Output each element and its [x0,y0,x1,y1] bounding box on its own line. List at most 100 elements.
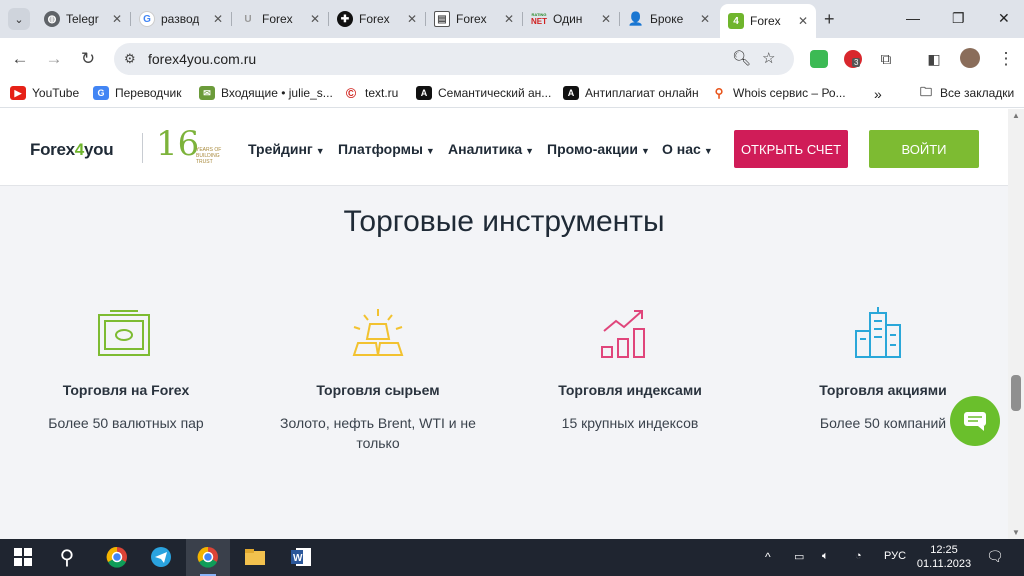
network-icon[interactable]: ◔ [855,550,862,562]
nav-trading[interactable]: Трейдинг ▼ [248,141,325,157]
bookmark-star-icon[interactable]: ☆ [762,49,775,67]
chat-bubble-icon [964,412,986,431]
nav-about[interactable]: О нас ▼ [662,141,713,157]
tab-broker[interactable]: 👤 Броке ✕ [620,6,718,32]
feature-forex-title[interactable]: Торговля на Forex [16,382,236,398]
anniversary-subtitle: YEARS OF BUILDING TRUST [196,147,222,165]
login-button[interactable]: ВОЙТИ [869,130,979,168]
close-icon[interactable]: ✕ [112,12,122,26]
scrollbar-thumb[interactable] [1011,375,1021,411]
tab-forex-2[interactable]: ✚ Forex ✕ [329,6,426,32]
language-indicator[interactable]: РУС [884,550,906,562]
bookmark-semantic[interactable]: A Семантический ан... [416,86,551,100]
tray-expand-icon[interactable]: ^ [765,550,771,564]
logo-divider [142,133,143,163]
close-icon[interactable]: ✕ [504,12,514,26]
person-icon: 👤 [627,11,645,26]
page-scrollbar[interactable]: ▲ ▼ [1008,109,1024,539]
clock[interactable]: 12:25 01.11.2023 [915,543,973,571]
tab-odin[interactable]: RATING NET Один ✕ [523,6,620,32]
bookmarks-bar: ▶ YouTube G Переводчик ✉ Входящие • juli… [0,80,1024,108]
tab-google[interactable]: G развод ✕ [131,6,232,32]
growth-chart-icon [601,310,645,358]
telegram-icon[interactable] [148,544,174,570]
nav-analytics[interactable]: Аналитика ▼ [448,141,534,157]
tab-telegram[interactable]: ◍ Telegr ✕ [36,6,131,32]
svg-text:W: W [293,553,303,564]
windows-taskbar: ⚲ W ^ ▭ 🔈︎ ◔ РУС 12:25 01.11.2023 🗨︎ [0,539,1024,576]
nav-promo[interactable]: Промо-акции ▼ [547,141,650,157]
feature-forex-desc: Более 50 валютных пар [48,415,204,431]
close-icon[interactable]: ✕ [310,12,320,26]
extension-badge-icon[interactable]: 3 [844,50,862,68]
feature-commodities-title[interactable]: Торговля сырьем [268,382,488,398]
nav-platforms[interactable]: Платформы ▼ [338,141,435,157]
reload-button[interactable]: ↻ [76,47,100,71]
chrome-active-icon[interactable] [195,544,221,570]
address-bar[interactable]: ⚙ forex4you.com.ru 🔍︎ ☆ [114,43,794,75]
tab-search-button[interactable]: ⌄ [8,8,30,30]
chevron-down-icon: ▼ [525,146,535,156]
battery-icon[interactable]: ▭ [794,550,804,563]
chevron-down-icon: ▼ [425,146,435,156]
bookmark-translate[interactable]: G Переводчик [93,86,182,100]
close-icon[interactable]: ✕ [213,12,223,26]
mail-icon: ✉ [199,86,215,100]
notifications-icon[interactable]: 🗨︎ [986,548,1004,565]
close-icon[interactable]: ✕ [407,12,417,26]
bookmarks-overflow-icon[interactable]: » [874,86,882,102]
extensions-puzzle-icon[interactable]: ⧉ [874,47,898,71]
site-info-icon[interactable]: ⚙ [124,51,136,67]
feature-forex-icon-wrap [24,307,224,359]
a-icon: A [416,86,432,100]
close-icon[interactable]: ✕ [798,14,808,28]
globe-icon: ◍ [44,11,60,27]
profile-avatar[interactable] [960,48,980,68]
url-text[interactable]: forex4you.com.ru [148,51,256,67]
side-panel-icon[interactable]: ◧ [922,47,946,71]
feature-commodities-icon-wrap [278,307,478,359]
site-header: Forex4you 16 YEARS OF BUILDING TRUST Тре… [0,109,1008,186]
minimize-icon[interactable]: — [906,10,920,26]
bookmark-youtube[interactable]: ▶ YouTube [10,86,79,100]
bookmark-whois[interactable]: ⚲ Whois сервис – Ро... [711,86,846,100]
rating-net-bottom-text: NET [531,17,547,26]
close-icon[interactable]: ✕ [700,12,710,26]
open-account-button[interactable]: ОТКРЫТЬ СЧЕТ [734,130,848,168]
close-icon[interactable]: ✕ [601,12,611,26]
scroll-up-icon[interactable]: ▲ [1012,111,1020,120]
feature-stocks-icon-wrap [778,307,978,359]
close-window-icon[interactable]: ✕ [998,10,1010,27]
feature-stocks-title[interactable]: Торговля акциями [773,382,993,398]
feature-indices-title[interactable]: Торговля индексами [520,382,740,398]
bookmark-mail[interactable]: ✉ Входящие • julie_s... [199,86,333,100]
rating-net-icon: RATING NET [531,11,547,27]
feature-indices-desc: 15 крупных индексов [561,415,699,431]
all-bookmarks-button[interactable]: 🗀 Все закладки [918,85,1014,101]
menu-kebab-icon[interactable]: ⋮ [994,47,1018,71]
extension-badge-count: 3 [852,58,861,67]
chrome-icon[interactable] [104,544,130,570]
tab-forex-1[interactable]: U Forex ✕ [232,6,329,32]
back-button[interactable]: ← [8,47,32,71]
chat-widget-button[interactable] [950,396,1000,446]
bookmark-textru[interactable]: © text.ru [343,85,399,101]
word-icon[interactable]: W [288,544,314,570]
clock-date: 01.11.2023 [916,558,972,570]
translate-icon: G [93,86,109,100]
forward-button[interactable]: → [42,47,66,71]
search-icon[interactable]: ⚲ [54,544,80,570]
zoom-icon[interactable]: 🔍︎ [732,49,751,67]
tab-forex-3[interactable]: ▤ Forex ✕ [426,6,523,32]
bookmark-antiplagiat[interactable]: A Антиплагиат онлайн [563,86,699,100]
tab-forex4you-active[interactable]: 4 Forex ✕ [720,4,816,38]
extension-map-icon[interactable] [810,50,828,68]
plus-circle-icon: ✚ [337,11,353,27]
site-logo[interactable]: Forex4you [30,140,114,160]
file-explorer-icon[interactable] [242,544,268,570]
volume-icon[interactable]: 🔈︎ [822,550,829,563]
new-tab-button[interactable]: + [824,9,835,30]
scroll-down-icon[interactable]: ▼ [1012,528,1020,537]
restore-icon[interactable]: ❐ [952,10,965,27]
windows-start-icon[interactable] [10,544,36,570]
